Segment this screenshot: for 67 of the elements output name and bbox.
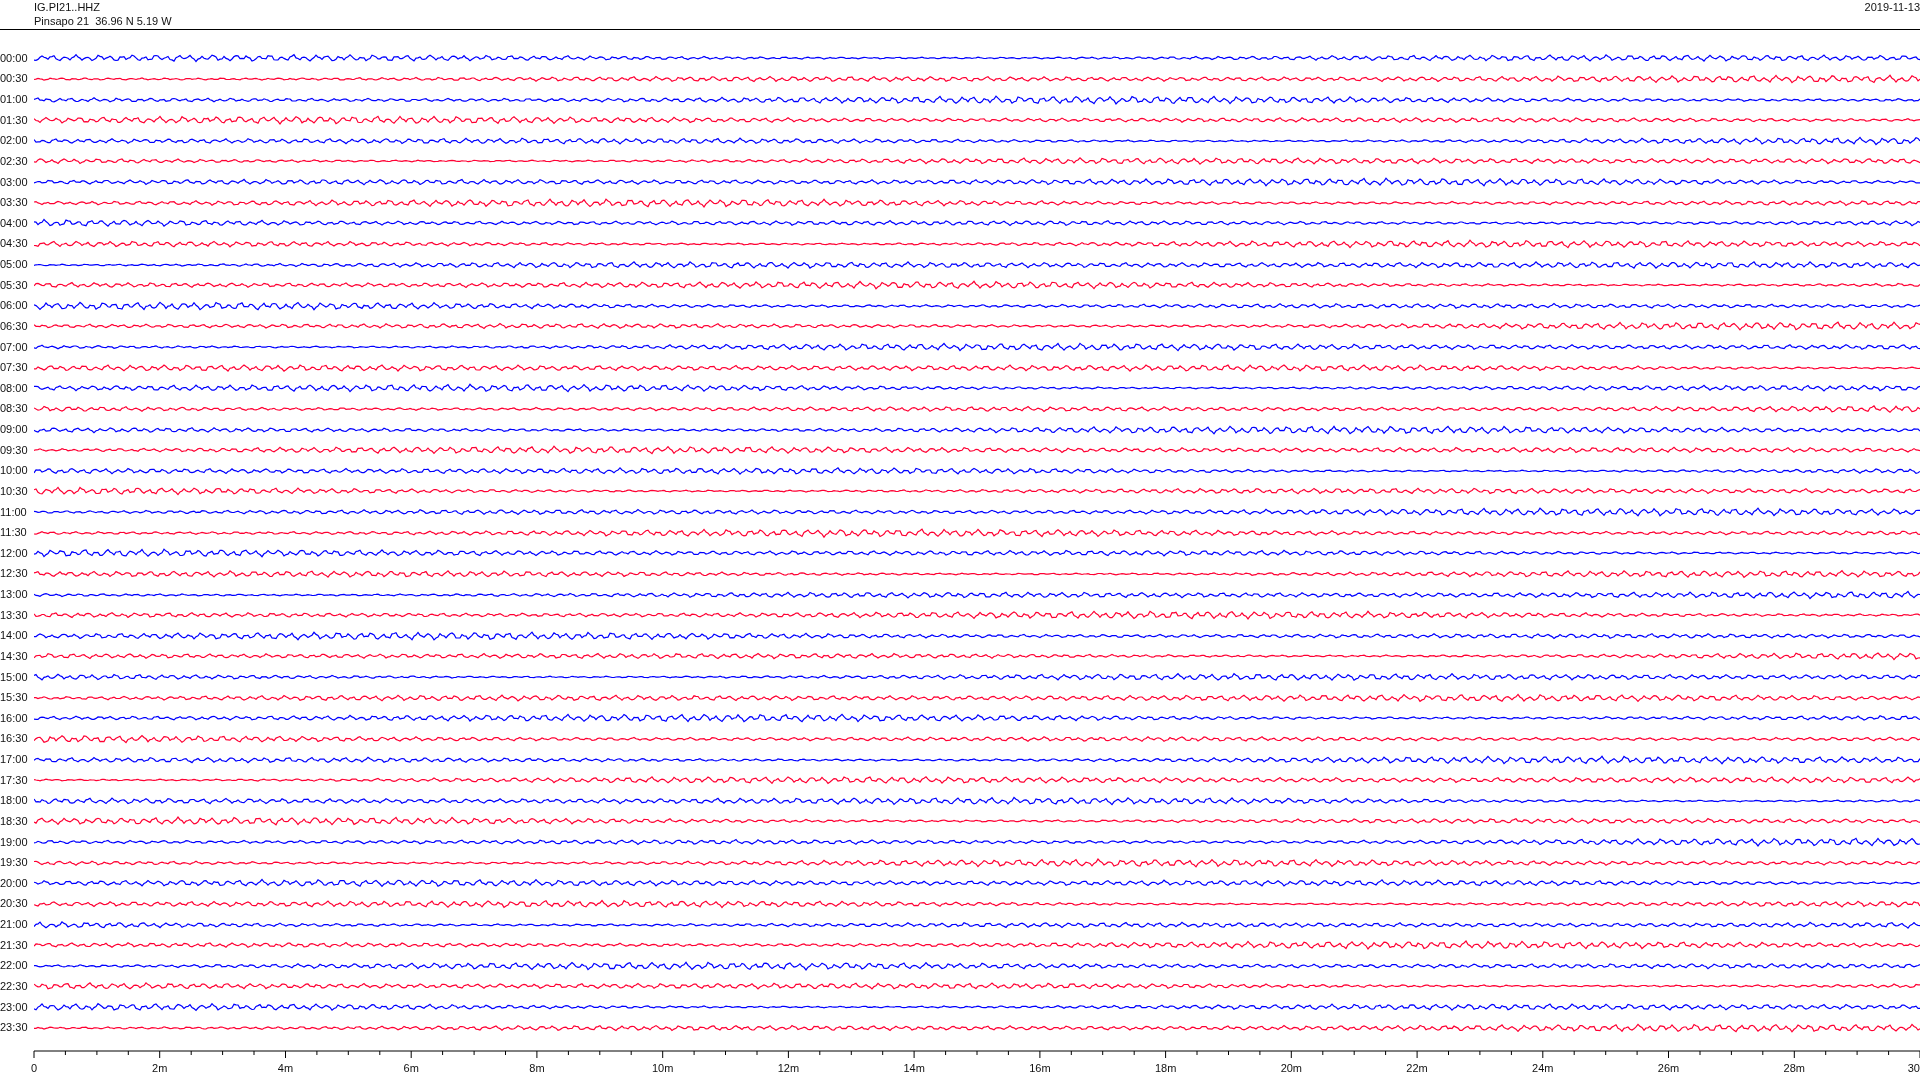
row-time-label: 22:30 [0,979,29,993]
row-time-label: 18:00 [0,794,29,808]
row-time-label: 09:30 [0,443,29,457]
axis-tick-label: 4m [277,1062,294,1075]
row-time-label: 12:30 [0,567,29,581]
row-time-label: 04:00 [0,216,29,230]
row-time-label: 14:00 [0,629,29,643]
row-time-label: 04:30 [0,237,29,251]
axis-tick-label: 0 [30,1062,38,1075]
row-time-label: 07:00 [0,340,29,354]
axis-tick-label: 28m [1783,1062,1805,1075]
axis-tick-label: 24m [1532,1062,1554,1075]
station-location: Pinsapo 21 36.96 N 5.19 W [34,14,172,28]
row-time-label: 03:00 [0,175,29,189]
row-time-label: 13:00 [0,588,29,602]
axis-tick-label: 30 [1907,1062,1920,1075]
row-time-label: 00:00 [0,51,29,65]
axis-tick-label: 22m [1406,1062,1428,1075]
row-time-label: 20:30 [0,897,29,911]
row-time-label: 17:00 [0,753,29,767]
row-time-label: 13:30 [0,608,29,622]
row-time-label: 00:30 [0,72,29,86]
row-time-label: 08:00 [0,381,29,395]
axis-tick-label: 6m [403,1062,419,1075]
station-code: IG.PI21..HHZ [34,0,102,14]
row-time-label: 23:00 [0,1000,29,1014]
row-time-label: 09:00 [0,423,29,437]
axis-tick-label: 2m [152,1062,168,1075]
row-time-label: 02:00 [0,134,29,148]
row-time-label: 14:30 [0,649,29,663]
row-time-label: 21:00 [0,918,29,932]
row-time-label: 12:00 [0,546,29,560]
row-time-label: 16:30 [0,732,29,746]
plot-date: 2019-11-13 [1864,0,1920,14]
row-time-label: 01:00 [0,93,29,107]
axis-tick-label: 8m [529,1062,545,1075]
row-time-label: 17:30 [0,773,29,787]
row-time-label: 05:30 [0,278,29,292]
row-time-label: 08:30 [0,402,29,416]
axis-tick-label: 16m [1029,1062,1051,1075]
axis-tick-label: 18m [1154,1062,1177,1075]
row-time-label: 10:00 [0,464,29,478]
row-time-label: 10:30 [0,484,29,498]
row-time-label: 19:00 [0,835,29,849]
row-time-label: 06:00 [0,299,29,313]
row-time-label: 22:00 [0,959,29,973]
row-time-label: 05:00 [0,258,29,272]
axis-tick-label: 14m [903,1062,925,1075]
axis-tick-label: 26m [1657,1062,1680,1075]
row-time-label: 01:30 [0,113,29,127]
row-time-label: 23:30 [0,1021,29,1035]
axis-tick-label: 10m [651,1062,674,1075]
row-time-label: 02:30 [0,154,29,168]
row-time-label: 21:30 [0,938,29,952]
row-time-label: 11:30 [0,526,28,540]
row-time-label: 07:30 [0,361,29,375]
row-time-label: 16:00 [0,711,29,725]
axis-tick-label: 12m [777,1062,800,1075]
row-time-label: 03:30 [0,196,29,210]
row-time-label: 11:00 [0,505,28,519]
row-time-label: 19:30 [0,856,29,870]
row-time-label: 20:00 [0,876,29,890]
row-time-label: 06:30 [0,319,29,333]
row-time-label: 18:30 [0,814,29,828]
row-time-label: 15:00 [0,670,29,684]
axis-tick-label: 20m [1280,1062,1303,1075]
row-time-label: 15:30 [0,691,29,705]
